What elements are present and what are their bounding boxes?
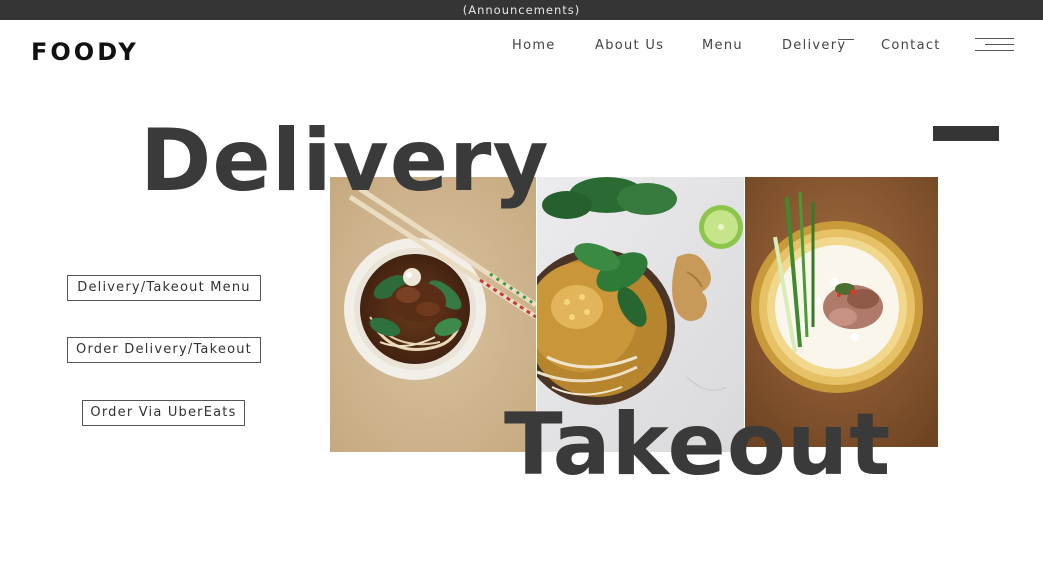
delivery-takeout-menu-button[interactable]: Delivery/Takeout Menu bbox=[67, 275, 261, 301]
nav-delivery[interactable]: Delivery bbox=[782, 38, 855, 53]
announcement-text: (Announcements) bbox=[462, 3, 581, 17]
nav-about-us[interactable]: About Us bbox=[595, 38, 664, 53]
hamburger-menu-icon[interactable] bbox=[975, 37, 1014, 53]
nav-contact[interactable]: Contact bbox=[881, 38, 941, 53]
announcement-bar: (Announcements) bbox=[0, 0, 1043, 20]
decorative-accent-bar bbox=[933, 126, 999, 141]
order-via-ubereats-button[interactable]: Order Via UberEats bbox=[82, 400, 245, 426]
nav-home[interactable]: Home bbox=[512, 38, 556, 53]
hero-title-delivery: Delivery bbox=[140, 111, 550, 211]
main-nav: Home About Us Menu Delivery Contact bbox=[0, 38, 1043, 56]
hero-title-takeout: Takeout bbox=[504, 395, 892, 495]
nav-menu[interactable]: Menu bbox=[702, 38, 743, 53]
order-delivery-takeout-button[interactable]: Order Delivery/Takeout bbox=[67, 337, 261, 363]
